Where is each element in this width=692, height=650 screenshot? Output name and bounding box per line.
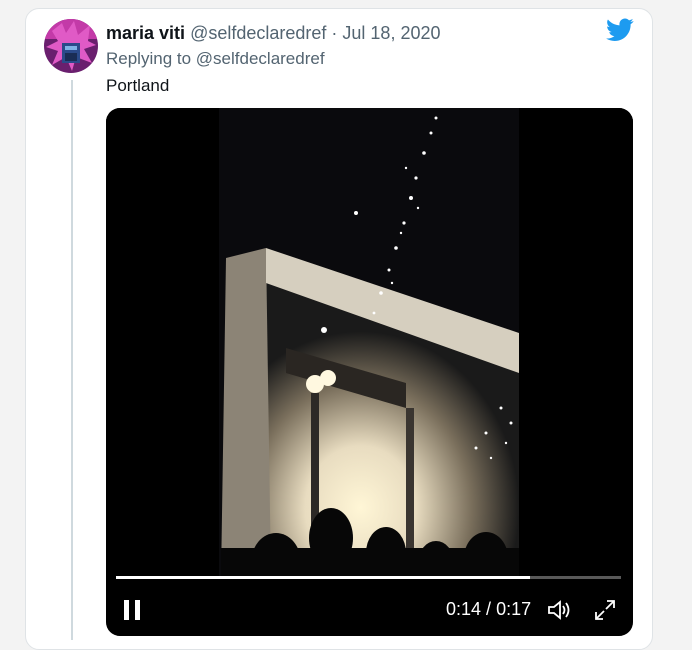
pause-icon[interactable] xyxy=(122,598,144,622)
time-display: 0:14 / 0:17 xyxy=(446,599,531,620)
twitter-bird-icon[interactable] xyxy=(606,18,634,42)
volume-icon[interactable] xyxy=(546,597,572,623)
display-name[interactable]: maria viti xyxy=(106,23,185,43)
header-separator: · xyxy=(326,23,343,43)
thread-line xyxy=(71,80,73,640)
current-time: 0:14 xyxy=(446,599,482,619)
reply-prefix: Replying to xyxy=(106,49,192,68)
avatar[interactable] xyxy=(44,19,98,73)
progress-fill xyxy=(116,576,531,579)
tweet-header: maria viti @selfdeclaredref · Jul 18, 20… xyxy=(106,22,440,44)
time-separator: / xyxy=(481,599,497,619)
tweet-date[interactable]: Jul 18, 2020 xyxy=(342,23,440,43)
user-handle[interactable]: @selfdeclaredref xyxy=(190,23,326,43)
fullscreen-icon[interactable] xyxy=(593,598,617,622)
reply-context: Replying to @selfdeclaredref xyxy=(106,48,325,70)
reply-handle-link[interactable]: @selfdeclaredref xyxy=(196,49,325,68)
video-player[interactable]: 0:14 / 0:17 xyxy=(106,108,633,636)
duration: 0:17 xyxy=(496,599,532,619)
video-frame xyxy=(106,108,633,578)
video-controls: 0:14 / 0:17 xyxy=(106,588,633,636)
tweet-text: Portland xyxy=(106,76,170,95)
progress-bar[interactable] xyxy=(116,576,621,579)
